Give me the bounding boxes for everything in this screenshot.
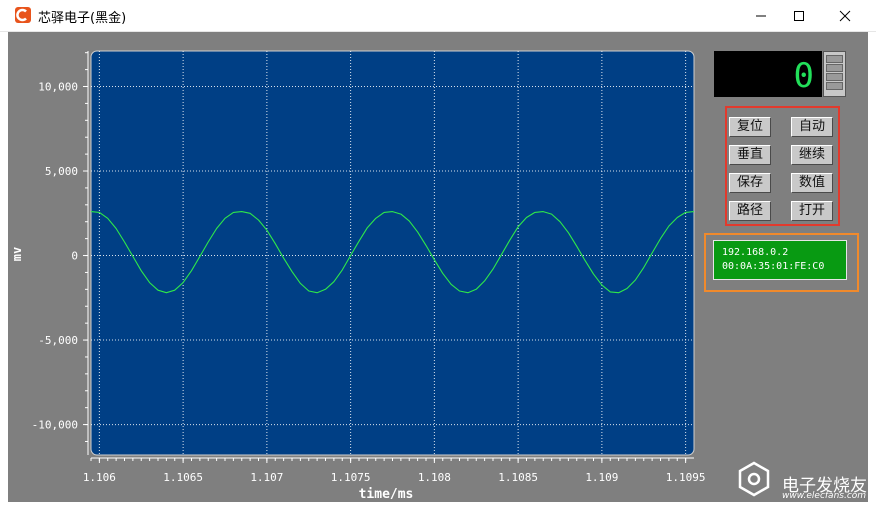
window-bottom-border: [0, 502, 876, 509]
watermark-url: www.elecfans.com: [782, 491, 867, 501]
save-button[interactable]: 保存: [729, 173, 771, 193]
svg-text:0: 0: [794, 56, 814, 96]
spinner-down-button[interactable]: [826, 82, 843, 90]
x-tick-label: 1.109: [585, 471, 618, 484]
vertical-button[interactable]: 垂直: [729, 145, 771, 165]
x-tick-label: 1.108: [418, 471, 451, 484]
numeric-button[interactable]: 数值: [791, 173, 833, 193]
y-tick-label: 5,000: [45, 165, 78, 178]
spinner-step-button[interactable]: [826, 73, 843, 81]
plot-area: [90, 50, 695, 456]
ip-address: 192.168.0.2: [722, 247, 789, 258]
y-tick-label: 10,000: [38, 80, 78, 93]
x-axis-label: time/ms: [359, 487, 414, 502]
x-tick-label: 1.1095: [666, 471, 706, 484]
counter-spinner[interactable]: [823, 51, 846, 97]
x-tick-label: 1.106: [83, 471, 116, 484]
spinner-step-button[interactable]: [826, 64, 843, 72]
counter-display: 0: [714, 51, 822, 97]
auto-button[interactable]: 自动: [791, 117, 833, 137]
y-tick-label: 0: [71, 250, 78, 263]
x-tick-label: 1.107: [250, 471, 283, 484]
counter-digit: 0: [794, 56, 814, 96]
path-button[interactable]: 路径: [729, 201, 771, 221]
mac-address: 00:0A:35:01:FE:C0: [722, 261, 825, 272]
x-tick-label: 1.1085: [498, 471, 538, 484]
y-tick-label: -10,000: [32, 419, 78, 432]
network-info-panel: 192.168.0.2 00:0A:35:01:FE:C0: [713, 240, 847, 280]
x-tick-label: 1.1065: [163, 471, 203, 484]
continue-button[interactable]: 继续: [791, 145, 833, 165]
open-button[interactable]: 打开: [791, 201, 833, 221]
y-tick-label: -5,000: [38, 334, 78, 347]
x-tick-label: 1.1075: [331, 471, 371, 484]
spinner-up-button[interactable]: [826, 55, 843, 63]
elecfans-logo-icon: [738, 461, 770, 497]
reset-button[interactable]: 复位: [729, 117, 771, 137]
y-axis-label: mv: [10, 247, 24, 261]
